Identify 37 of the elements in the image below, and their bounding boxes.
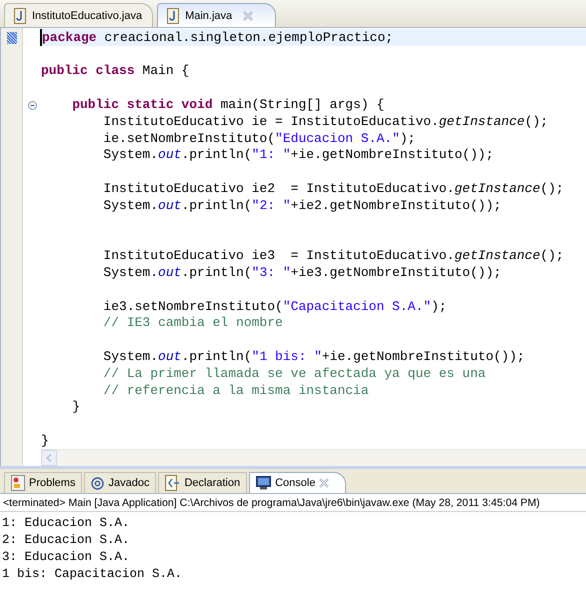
- console-output-line: 1 bis: Capacitacion S.A.: [1, 566, 184, 582]
- code-line: InstitutoEducativo ie3 = InstitutoEducativo.getInstance();: [102, 248, 564, 264]
- code-line: ie3.setNombreInstituto("Capacitacion S.A.");: [102, 298, 447, 314]
- code-line: // referencia a la misma instancia: [102, 382, 369, 398]
- code-line: ie.setNombreInstituto("Educacion S.A.");: [102, 130, 416, 146]
- console-output-line: 1: Educacion S.A.: [1, 514, 131, 531]
- close-icon[interactable]: [243, 10, 254, 20]
- code-line: }: [71, 399, 80, 414]
- console-header: <terminated> Main [Java Application] C:\Archivos de programa\Java\jre6\bin\javaw.exe (May 28, 2011 3:45:04 PM): [3, 496, 540, 508]
- declaration-icon: [165, 475, 180, 491]
- java-file-icon: [13, 8, 27, 24]
- code-line: public class Main {: [41, 63, 190, 78]
- java-file-icon: [166, 8, 180, 24]
- editor-tab[interactable]: Main.java: [157, 3, 276, 27]
- code-line: public static void main(String[] args) {: [71, 97, 384, 112]
- console-output-line: 2: Educacion S.A.: [1, 532, 131, 548]
- console-icon: [256, 476, 272, 490]
- panel-tab[interactable]: Problems: [4, 472, 82, 493]
- code-line: // IE3 cambia el nombre: [102, 315, 283, 330]
- collapse-icon[interactable]: [28, 101, 36, 110]
- panel-tab[interactable]: Javadoc: [84, 472, 156, 493]
- panel-tab[interactable]: Console: [249, 472, 346, 493]
- panel-tab[interactable]: Declaration: [158, 472, 248, 493]
- code-line: // La primer llamada se ve afectada ya que es una: [102, 366, 486, 381]
- close-icon[interactable]: [319, 478, 330, 488]
- code-line: }: [41, 433, 49, 448]
- code-line: System.out.println("3: "+ie3.getNombreInstituto());: [102, 265, 502, 280]
- console-output-line: 3: Educacion S.A.: [1, 548, 131, 565]
- editor-tab[interactable]: InstitutoEducativo.java: [4, 3, 154, 27]
- code-line: InstitutoEducativo ie2 = InstitutoEducativo.getInstance();: [102, 181, 564, 196]
- scroll-left-button[interactable]: [41, 450, 57, 466]
- code-line: InstitutoEducativo ie = InstitutoEducativo.getInstance();: [102, 114, 548, 129]
- code-line: package creacional.singleton.ejemploPractico;: [42, 30, 394, 45]
- problems-icon: [11, 475, 25, 491]
- code-line: System.out.println("1 bis: "+ie.getNombreInstituto());: [102, 349, 525, 364]
- code-line: System.out.println("1: "+ie.getNombreInstituto());: [102, 147, 494, 162]
- code-line: System.out.println("2: "+ie2.getNombreInstituto());: [102, 198, 502, 213]
